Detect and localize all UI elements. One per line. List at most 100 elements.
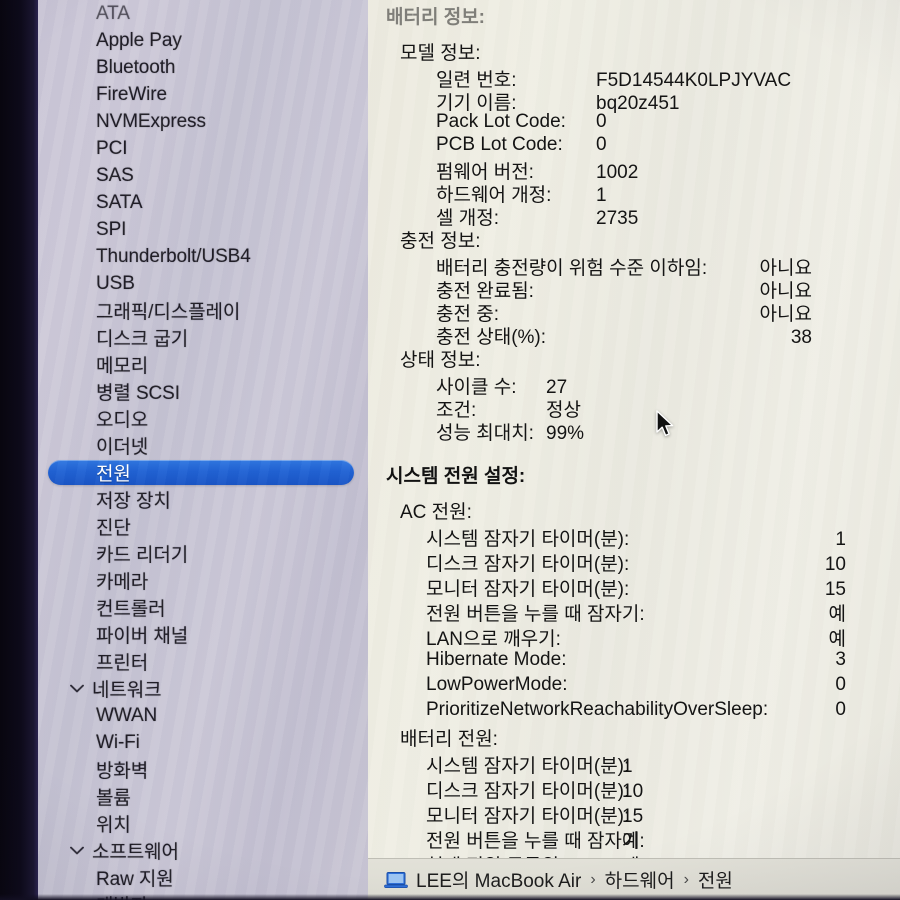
model-info-value: F5D14544K0LPJYVAC — [596, 70, 792, 91]
breadcrumb-item-device[interactable]: LEE의 MacBook Air — [416, 866, 581, 893]
battery-power-row: 전원 버튼을 누를 때 잠자기: 예 — [426, 826, 888, 852]
charge-info-value: 38 — [790, 327, 812, 348]
model-info-value: 0 — [596, 111, 607, 132]
ac-power-value: 예 — [828, 629, 846, 650]
ac-power-heading: AC 전원: — [400, 502, 472, 523]
sidebar-item-진단[interactable]: 진단 — [38, 513, 368, 540]
sidebar-item-메모리[interactable]: 메모리 — [38, 351, 368, 378]
sidebar-item-label: 컨트롤러 — [96, 599, 166, 620]
sidebar-item-label: 프린터 — [96, 653, 149, 674]
sidebar-item-nvmexpress[interactable]: NVMExpress — [38, 108, 368, 135]
model-info-row: 셀 개정: 2735 — [436, 203, 888, 229]
sidebar-item-저장-장치[interactable]: 저장 장치 — [38, 486, 368, 513]
status-info-row: 성능 최대치: 99% — [436, 418, 888, 444]
ac-power-label: PrioritizeNetworkReachabilityOverSleep: — [426, 699, 769, 720]
sidebar-item-label: PCI — [96, 137, 128, 159]
ac-power-label: Hibernate Mode: — [426, 649, 567, 670]
status-info-label: 성능 최대치: — [436, 423, 534, 444]
sidebar-item-label: 파이버 채널 — [96, 626, 189, 647]
sidebar-item-label: NVMExpress — [96, 110, 206, 132]
sidebar-item-list: ATA Apple Pay Bluetooth FireWire NVMExpress P… — [38, 0, 368, 900]
sidebar-item-bluetooth[interactable]: Bluetooth — [38, 54, 368, 81]
sidebar-item-이더넷[interactable]: 이더넷 — [38, 432, 368, 459]
sidebar-item-wwan[interactable]: WWAN — [38, 702, 368, 729]
sidebar-item-카메라[interactable]: 카메라 — [38, 567, 368, 594]
sidebar-item-ata[interactable]: ATA — [38, 0, 368, 27]
ac-power-label: 시스템 잠자기 타이머(분): — [426, 529, 630, 550]
charge-info-row: 배터리 충전량이 위험 수준 이하임: 아니요 — [436, 253, 812, 279]
model-info-row: 일련 번호: F5D14544K0LPJYVAC — [436, 65, 888, 91]
sidebar-item-label: 이더넷 — [96, 437, 149, 458]
sidebar-item-파이버-채널[interactable]: 파이버 채널 — [38, 621, 368, 648]
sidebar-item-label: Bluetooth — [96, 56, 176, 78]
sidebar-item-label: SPI — [96, 218, 127, 240]
sidebar-item-개발자[interactable]: 개발자 — [38, 891, 368, 900]
sidebar-item-볼륨[interactable]: 볼륨 — [38, 783, 368, 810]
sidebar-item-프린터[interactable]: 프린터 — [38, 648, 368, 675]
ac-power-row: 모니터 잠자기 타이머(분): 15 — [426, 574, 846, 600]
display-bezel-left — [0, 0, 38, 900]
sidebar-item-병렬-scsi[interactable]: 병렬 SCSI — [38, 378, 368, 405]
charge-info-heading: 충전 정보: — [400, 231, 481, 252]
sidebar-item-방화벽[interactable]: 방화벽 — [38, 756, 368, 783]
battery-power-row: 디스크 잠자기 타이머(분): 10 — [426, 776, 888, 802]
sidebar-item-카드-리더기[interactable]: 카드 리더기 — [38, 540, 368, 567]
ac-power-row: 시스템 잠자기 타이머(분): 1 — [426, 524, 846, 550]
sidebar-item-label: SAS — [96, 164, 134, 186]
battery-power-label: 디스크 잠자기 타이머(분): — [426, 781, 630, 802]
sidebar-item-usb[interactable]: USB — [38, 270, 368, 297]
main-content-pane[interactable]: 배터리 정보: 모델 정보: 일련 번호: F5D14544K0LPJYVAC 기기… — [368, 0, 900, 900]
model-info-value: 0 — [596, 134, 607, 155]
sidebar-item-apple-pay[interactable]: Apple Pay — [38, 27, 368, 54]
main-scroll-area: 배터리 정보: 모델 정보: 일련 번호: F5D14544K0LPJYVAC 기기… — [368, 0, 900, 900]
sidebar-item-raw-지원[interactable]: Raw 지원 — [38, 864, 368, 891]
ac-power-value: 15 — [824, 579, 846, 600]
sidebar-item-sata[interactable]: SATA — [38, 189, 368, 216]
sidebar-item-label: 전원 — [96, 464, 131, 485]
battery-power-label: 모니터 잠자기 타이머(분): — [426, 806, 630, 827]
sidebar-item-디스크-굽기[interactable]: 디스크 굽기 — [38, 324, 368, 351]
chevron-down-icon[interactable] — [68, 684, 85, 693]
breadcrumb-item-power[interactable]: 전원 — [698, 866, 733, 893]
sidebar-item-firewire[interactable]: FireWire — [38, 81, 368, 108]
sidebar-item-소프트웨어[interactable]: 소프트웨어 — [38, 837, 368, 864]
ac-power-value: 10 — [824, 554, 846, 575]
sidebar-item-네트워크[interactable]: 네트워크 — [38, 675, 368, 702]
ac-power-value: 3 — [835, 649, 846, 670]
charge-info-row: 충전 상태(%): 38 — [436, 322, 812, 348]
sidebar-item-위치[interactable]: 위치 — [38, 810, 368, 837]
ac-power-value: 예 — [828, 604, 846, 625]
laptop-icon — [384, 871, 408, 889]
sidebar-item-spi[interactable]: SPI — [38, 216, 368, 243]
ac-power-row: LowPowerMode: 0 — [426, 674, 846, 699]
ac-power-row: PrioritizeNetworkReachabilityOverSleep: 0 — [426, 699, 846, 724]
battery-power-value: 10 — [622, 781, 644, 802]
model-info-heading: 모델 정보: — [400, 43, 481, 64]
ac-power-rows: 시스템 잠자기 타이머(분): 1 디스크 잠자기 타이머(분): 10 모니터 잠자기… — [378, 524, 888, 724]
sidebar-item-그래픽-디스플레이[interactable]: 그래픽/디스플레이 — [38, 297, 368, 324]
system-information-window: ATA Apple Pay Bluetooth FireWire NVMExpress P… — [0, 0, 900, 900]
sidebar[interactable]: ATA Apple Pay Bluetooth FireWire NVMExpress P… — [38, 0, 368, 900]
sidebar-item-label: WWAN — [96, 704, 158, 726]
ac-power-row: 전원 버튼을 누를 때 잠자기: 예 — [426, 599, 846, 625]
sidebar-item-label: 볼륨 — [96, 788, 131, 809]
sidebar-item-wi-fi[interactable]: Wi-Fi — [38, 729, 368, 756]
sidebar-item-컨트롤러[interactable]: 컨트롤러 — [38, 594, 368, 621]
battery-power-value: 1 — [622, 756, 633, 777]
sidebar-item-label: USB — [96, 272, 135, 294]
sidebar-item-pci[interactable]: PCI — [38, 135, 368, 162]
sidebar-item-label: SATA — [96, 191, 143, 213]
battery-power-row: 시스템 잠자기 타이머(분): 1 — [426, 751, 888, 777]
sidebar-item-label: 네트워크 — [92, 680, 162, 701]
model-info-value: bq20z451 — [596, 93, 680, 114]
sidebar-item-전원[interactable]: 전원 — [38, 459, 368, 486]
status-info-row: 조건: 정상 — [436, 395, 888, 421]
breadcrumb-item-hardware[interactable]: 하드웨어 — [605, 866, 675, 893]
sidebar-item-thunderbolt-usb4[interactable]: Thunderbolt/USB4 — [38, 243, 368, 270]
power-settings-heading: 시스템 전원 설정: — [386, 466, 526, 487]
chevron-down-icon[interactable] — [68, 846, 85, 855]
charge-info-value: 아니요 — [759, 304, 812, 325]
sidebar-item-오디오[interactable]: 오디오 — [38, 405, 368, 432]
sidebar-item-sas[interactable]: SAS — [38, 162, 368, 189]
sidebar-item-label: 진단 — [96, 518, 131, 539]
